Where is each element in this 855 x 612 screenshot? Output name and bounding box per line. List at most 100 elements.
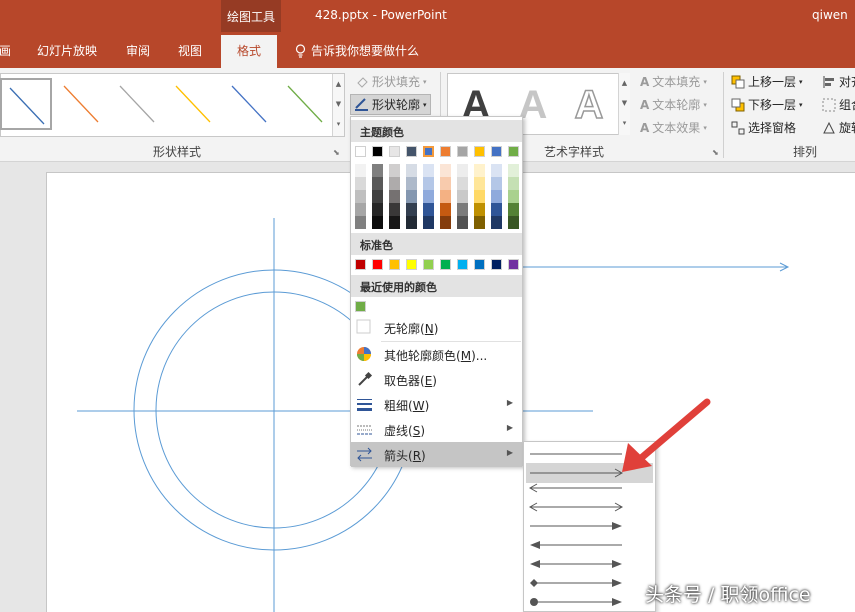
arrows-item[interactable]: 箭头(R) ▶ — [351, 442, 522, 467]
tab-format[interactable]: 格式 — [221, 35, 278, 68]
theme-shade-swatch[interactable] — [355, 216, 366, 229]
theme-shade-swatch[interactable] — [423, 216, 434, 229]
theme-shade-swatch[interactable] — [389, 216, 400, 229]
tab-review[interactable]: 审阅 — [126, 42, 150, 59]
theme-shade-swatch[interactable] — [423, 203, 434, 216]
theme-color-swatch[interactable] — [440, 146, 451, 157]
theme-shade-swatch[interactable] — [491, 177, 502, 190]
theme-shade-swatch[interactable] — [406, 177, 417, 190]
theme-shade-swatch[interactable] — [474, 177, 485, 190]
theme-shade-swatch[interactable] — [508, 203, 519, 216]
theme-shade-swatch[interactable] — [457, 203, 468, 216]
user-name[interactable]: qiwen — [812, 8, 848, 22]
theme-shade-swatch[interactable] — [406, 203, 417, 216]
shape-styles-launcher-icon[interactable]: ⬊ — [333, 148, 340, 157]
tab-view[interactable]: 视图 — [178, 42, 202, 59]
arrow-style-open-both[interactable] — [526, 501, 653, 521]
theme-shade-swatch[interactable] — [440, 190, 451, 203]
standard-color-swatch[interactable] — [355, 259, 366, 270]
arrow-style-diamond-triangle[interactable] — [526, 577, 653, 597]
shape-style-gallery[interactable]: ▲ ▼ ▾ — [0, 73, 345, 137]
theme-shade-swatch[interactable] — [423, 177, 434, 190]
theme-shade-swatch[interactable] — [406, 216, 417, 229]
theme-color-swatch[interactable] — [423, 146, 434, 157]
standard-color-swatch[interactable] — [423, 259, 434, 270]
standard-color-swatch[interactable] — [457, 259, 468, 270]
theme-color-swatch[interactable] — [372, 146, 383, 157]
standard-color-swatch[interactable] — [372, 259, 383, 270]
theme-color-swatch[interactable] — [389, 146, 400, 157]
theme-shade-swatch[interactable] — [457, 190, 468, 203]
theme-shade-swatch[interactable] — [372, 203, 383, 216]
shape-fill-button[interactable]: 形状填充 ▾ — [355, 73, 427, 90]
theme-shade-swatch[interactable] — [355, 177, 366, 190]
recent-color-swatch[interactable] — [355, 301, 366, 312]
standard-color-swatch[interactable] — [440, 259, 451, 270]
theme-shade-swatch[interactable] — [491, 216, 502, 229]
theme-shade-swatch[interactable] — [457, 216, 468, 229]
shape-style-thumbnail[interactable] — [56, 78, 108, 130]
theme-shade-swatch[interactable] — [440, 164, 451, 177]
theme-shade-swatch[interactable] — [389, 164, 400, 177]
bring-forward-button[interactable]: 上移一层 ▾ — [731, 73, 803, 90]
theme-shade-swatch[interactable] — [423, 164, 434, 177]
align-button[interactable]: 对齐 — [822, 73, 855, 90]
text-fill-button[interactable]: A 文本填充 ▾ — [640, 73, 707, 90]
theme-shade-swatch[interactable] — [474, 164, 485, 177]
theme-shade-swatch[interactable] — [508, 177, 519, 190]
theme-color-swatch[interactable] — [406, 146, 417, 157]
theme-shade-swatch[interactable] — [457, 177, 468, 190]
arrow-style-none[interactable] — [526, 444, 653, 464]
shape-style-thumbnail[interactable] — [280, 78, 332, 130]
standard-color-swatch[interactable] — [491, 259, 502, 270]
shape-style-thumbnail[interactable] — [0, 78, 52, 130]
wordart-gallery-scroll[interactable]: ▲ ▼ ▾ — [618, 73, 630, 135]
theme-shade-swatch[interactable] — [389, 203, 400, 216]
standard-color-swatch[interactable] — [406, 259, 417, 270]
arrow-style-triangle-both[interactable] — [526, 558, 653, 578]
theme-shade-swatch[interactable] — [474, 203, 485, 216]
theme-shade-swatch[interactable] — [508, 164, 519, 177]
theme-shade-swatch[interactable] — [372, 216, 383, 229]
shape-style-thumbnail[interactable] — [168, 78, 220, 130]
theme-shade-swatch[interactable] — [491, 190, 502, 203]
theme-shade-swatch[interactable] — [355, 190, 366, 203]
theme-shade-swatch[interactable] — [474, 190, 485, 203]
theme-shade-swatch[interactable] — [440, 216, 451, 229]
gallery-scroll[interactable]: ▲ ▼ ▾ — [332, 74, 344, 136]
text-outline-button[interactable]: A 文本轮廓 ▾ — [640, 96, 707, 113]
theme-shade-swatch[interactable] — [440, 177, 451, 190]
wordart-style-outline[interactable]: A — [564, 80, 614, 130]
theme-shade-swatch[interactable] — [406, 164, 417, 177]
text-effects-button[interactable]: A 文本效果 ▾ — [640, 119, 707, 136]
theme-shade-swatch[interactable] — [474, 216, 485, 229]
wordart-launcher-icon[interactable]: ⬊ — [712, 148, 719, 157]
arrow-style-oval-triangle[interactable] — [526, 596, 653, 612]
arrow-style-triangle-start[interactable] — [526, 539, 653, 559]
theme-shade-swatch[interactable] — [389, 177, 400, 190]
theme-shade-swatch[interactable] — [423, 190, 434, 203]
group-button[interactable]: 组合 — [822, 96, 855, 113]
tell-me-search[interactable]: 告诉我你想要做什么 — [294, 42, 419, 59]
theme-shade-swatch[interactable] — [372, 177, 383, 190]
theme-color-swatch[interactable] — [457, 146, 468, 157]
theme-shade-swatch[interactable] — [457, 164, 468, 177]
weight-item[interactable]: 粗细(W) ▶ — [351, 392, 522, 417]
rotate-button[interactable]: 旋转 — [822, 119, 855, 136]
theme-color-swatch[interactable] — [474, 146, 485, 157]
theme-shade-swatch[interactable] — [440, 203, 451, 216]
theme-color-swatch[interactable] — [508, 146, 519, 157]
theme-shade-swatch[interactable] — [491, 203, 502, 216]
theme-shade-swatch[interactable] — [372, 164, 383, 177]
theme-color-swatch[interactable] — [355, 146, 366, 157]
theme-shade-swatch[interactable] — [372, 190, 383, 203]
theme-shade-swatch[interactable] — [491, 164, 502, 177]
eyedropper-item[interactable]: 取色器(E) — [351, 367, 522, 392]
dashes-item[interactable]: 虚线(S) ▶ — [351, 417, 522, 442]
tab-slideshow-partial[interactable]: 画 — [0, 42, 11, 59]
theme-shade-swatch[interactable] — [508, 190, 519, 203]
shape-style-thumbnail[interactable] — [112, 78, 164, 130]
theme-color-swatch[interactable] — [491, 146, 502, 157]
arrow-style-open-start[interactable] — [526, 482, 653, 502]
selection-pane-button[interactable]: 选择窗格 — [731, 119, 796, 136]
